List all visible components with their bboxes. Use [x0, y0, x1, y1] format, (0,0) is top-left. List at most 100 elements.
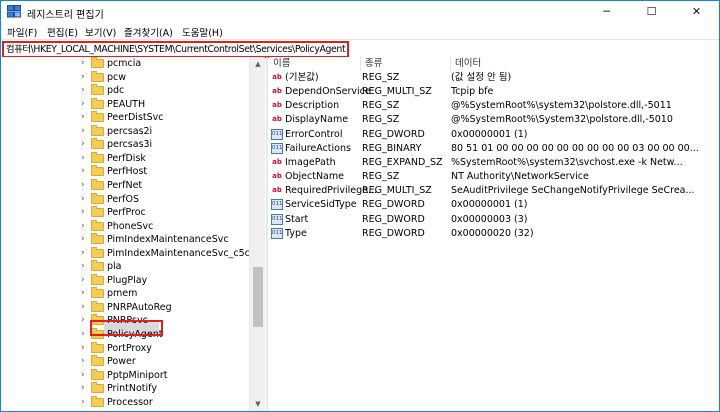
scroll-down-icon[interactable]: ▼: [250, 397, 265, 411]
minimize-button[interactable]: ─: [584, 1, 629, 23]
pane-splitter[interactable]: [266, 57, 268, 411]
chevron-right-icon[interactable]: ›: [81, 274, 85, 287]
string-value-icon: ab: [272, 115, 282, 124]
tree-item[interactable]: › PimIndexMaintenanceSvc_c5c32: [1, 246, 262, 260]
chevron-right-icon[interactable]: ›: [81, 138, 85, 151]
values-pane[interactable]: 이름 종류 데이터 ab (기본값) REG_SZ (값 설정 안 됨) ab Depen…: [269, 57, 719, 411]
tree-item-label: PerfHost: [107, 166, 148, 178]
column-header-data[interactable]: 데이터: [451, 57, 719, 71]
value-type: REG_BINARY: [362, 142, 422, 154]
close-button[interactable]: ✕: [674, 1, 719, 23]
chevron-right-icon[interactable]: ›: [81, 125, 85, 138]
value-row[interactable]: ab ObjectName REG_SZ NT Authority\NetworkSe…: [269, 170, 719, 184]
chevron-right-icon[interactable]: ›: [81, 152, 85, 165]
chevron-right-icon[interactable]: ›: [81, 369, 85, 382]
address-bar[interactable]: 컴퓨터\HKEY_LOCAL_MACHINE\SYSTEM\CurrentCon…: [1, 39, 719, 58]
folder-icon: [91, 219, 104, 231]
chevron-right-icon[interactable]: ›: [81, 247, 85, 260]
value-data: 0x00000001 (1): [451, 128, 528, 140]
value-row[interactable]: ab Description REG_SZ @%SystemRoot%\system3…: [269, 99, 719, 113]
chevron-right-icon[interactable]: ›: [81, 342, 85, 355]
folder-icon: [91, 57, 104, 68]
chevron-right-icon[interactable]: ›: [81, 328, 85, 341]
chevron-right-icon[interactable]: ›: [81, 57, 85, 70]
tree-item[interactable]: › PimIndexMaintenanceSvc: [1, 233, 249, 246]
folder-icon: [91, 206, 104, 218]
maximize-button[interactable]: ☐: [629, 1, 674, 23]
tree-item[interactable]: › PortProxy: [1, 341, 249, 355]
tree-item[interactable]: › Power: [1, 355, 249, 368]
chevron-right-icon[interactable]: ›: [81, 314, 85, 327]
value-row[interactable]: 011 Start REG_DWORD 0x00000003 (3): [269, 213, 719, 227]
chevron-right-icon[interactable]: ›: [81, 111, 85, 124]
chevron-right-icon[interactable]: ›: [81, 301, 85, 314]
tree-item[interactable]: › PptpMiniport: [1, 368, 249, 382]
key-tree-pane[interactable]: › pcmcia › pcw › pdc › PEAUTH › PeerDistSvc › percs…: [1, 57, 265, 411]
menu-edit[interactable]: 편집(E): [47, 25, 78, 39]
tree-item-label: PerfNet: [107, 179, 143, 191]
value-row[interactable]: ab ImagePath REG_EXPAND_SZ %SystemRoot%\sys…: [269, 156, 719, 170]
value-row[interactable]: ab RequiredPrivilege... REG_MULTI_SZ SeAudi…: [269, 184, 719, 198]
tree-item[interactable]: › PEAUTH: [1, 97, 249, 111]
folder-icon: [91, 178, 104, 190]
menu-view[interactable]: 보기(V): [85, 25, 116, 39]
tree-item[interactable]: › pmem: [1, 287, 249, 300]
tree-item[interactable]: › PerfNet: [1, 178, 249, 192]
tree-item[interactable]: › PerfHost: [1, 165, 249, 178]
scroll-up-icon[interactable]: ▲: [250, 57, 265, 71]
folder-icon: [91, 192, 104, 204]
menu-file[interactable]: 파일(F): [7, 25, 37, 39]
tree-item[interactable]: › PerfOS: [1, 192, 249, 206]
tree-item[interactable]: › PerfDisk: [1, 151, 249, 165]
tree-item[interactable]: › Processor: [1, 395, 249, 409]
chevron-right-icon[interactable]: ›: [81, 84, 85, 97]
chevron-right-icon[interactable]: ›: [81, 98, 85, 111]
tree-item[interactable]: › pcmcia: [1, 57, 249, 70]
value-row[interactable]: 011 ErrorControl REG_DWORD 0x00000001 (1): [269, 128, 719, 142]
chevron-right-icon[interactable]: ›: [81, 165, 85, 178]
chevron-right-icon[interactable]: ›: [81, 179, 85, 192]
value-row[interactable]: 011 Type REG_DWORD 0x00000020 (32): [269, 227, 719, 241]
tree-item[interactable]: › PhoneSvc: [1, 219, 249, 233]
chevron-right-icon[interactable]: ›: [81, 396, 85, 409]
chevron-right-icon[interactable]: ›: [81, 71, 85, 84]
value-row[interactable]: ab (기본값) REG_SZ (값 설정 안 됨): [269, 71, 719, 85]
value-row[interactable]: 011 ServiceSidType REG_DWORD 0x00000001 (1): [269, 198, 719, 212]
chevron-right-icon[interactable]: ›: [81, 355, 85, 368]
value-row[interactable]: 011 FailureActions REG_BINARY 80 51 01 00 0…: [269, 142, 719, 156]
chevron-right-icon[interactable]: ›: [81, 220, 85, 233]
tree-item[interactable]: › PerfProc: [1, 206, 249, 219]
value-row[interactable]: ab DependOnService REG_MULTI_SZ Tcpip bfe: [269, 85, 719, 99]
tree-item[interactable]: › PrintNotify: [1, 382, 249, 395]
menu-favorites[interactable]: 즐겨찾기(A): [124, 25, 173, 39]
tree-item-label: Power: [107, 356, 136, 368]
tree-item[interactable]: › pcw: [1, 70, 249, 84]
chevron-right-icon[interactable]: ›: [81, 193, 85, 206]
column-header-type[interactable]: 종류: [361, 57, 451, 71]
chevron-right-icon[interactable]: ›: [81, 287, 85, 300]
chevron-right-icon[interactable]: ›: [81, 260, 85, 273]
chevron-right-icon[interactable]: ›: [81, 382, 85, 395]
tree-item-label: percsas3i: [107, 139, 153, 151]
tree-item[interactable]: › PNRPAutoReg: [1, 300, 249, 314]
address-path[interactable]: 컴퓨터\HKEY_LOCAL_MACHINE\SYSTEM\CurrentCon…: [2, 41, 350, 58]
chevron-right-icon[interactable]: ›: [81, 233, 85, 246]
scroll-thumb[interactable]: [253, 267, 263, 327]
tree-item[interactable]: › PlugPlay: [1, 273, 249, 287]
value-type: REG_SZ: [362, 100, 400, 112]
tree-item[interactable]: › percsas3i: [1, 138, 249, 151]
tree-item[interactable]: › percsas2i: [1, 124, 249, 138]
tree-item[interactable]: › pla: [1, 260, 249, 273]
tree-scrollbar[interactable]: ▲ ▼: [249, 57, 265, 411]
tree-item-label: PhoneSvc: [107, 220, 154, 232]
menu-help[interactable]: 도움말(H): [182, 25, 223, 39]
value-row[interactable]: ab DisplayName REG_SZ @%SystemRoot%\System3…: [269, 113, 719, 127]
string-value-icon: ab: [272, 73, 282, 81]
value-data: NT Authority\NetworkService: [451, 171, 589, 183]
tree-item[interactable]: › PeerDistSvc: [1, 111, 249, 124]
column-header-name[interactable]: 이름: [269, 57, 361, 71]
value-type: REG_DWORD: [362, 227, 425, 239]
value-data: 0x00000003 (3): [451, 213, 528, 225]
tree-item[interactable]: › pdc: [1, 84, 249, 97]
chevron-right-icon[interactable]: ›: [81, 206, 85, 219]
